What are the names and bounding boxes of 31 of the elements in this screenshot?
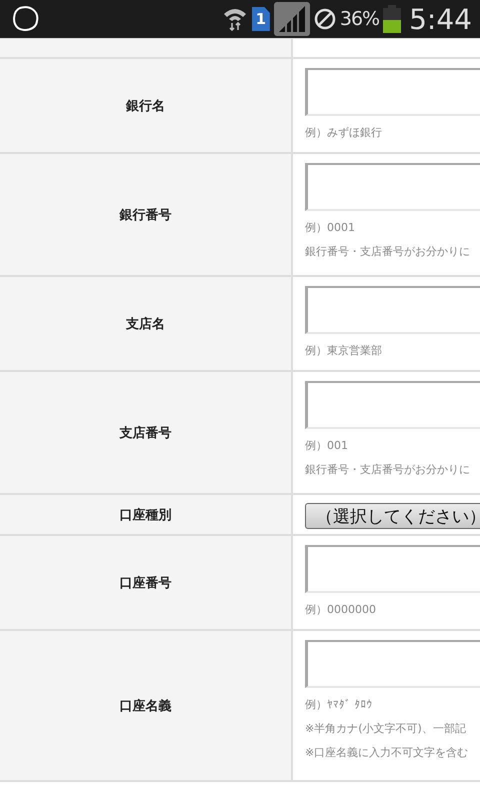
input-field[interactable] [305, 640, 480, 688]
battery-icon [383, 5, 402, 33]
clock: 5:44 [409, 2, 472, 36]
field-label: 支店名 [0, 277, 293, 372]
hint-text: 例）0000000 [305, 603, 377, 617]
input-field[interactable] [305, 545, 480, 593]
hint-text: 例）001 [305, 439, 349, 453]
account-type-dropdown[interactable]: （選択してください） [305, 503, 480, 529]
field-label: 支店番号 [0, 372, 293, 495]
field-label: 銀行番号 [0, 154, 293, 277]
input-field[interactable] [305, 68, 480, 116]
hint-text: ※口座名義に入力不可文字を含む [305, 746, 470, 760]
hint-text: 例）東京営業部 [305, 344, 383, 358]
hint-text: 例）ﾔﾏﾀﾞ ﾀﾛｳ [305, 698, 374, 712]
input-field[interactable] [305, 286, 480, 334]
hint-text: 例）みずほ銀行 [305, 126, 383, 140]
battery-percent: 36% [340, 8, 380, 30]
hint-text: 銀行番号・支店番号がお分かりに [305, 463, 471, 477]
hint-text: 銀行番号・支店番号がお分かりに [305, 245, 471, 259]
field-label: 口座名義 [0, 631, 293, 782]
field-label: 口座番号 [0, 536, 293, 631]
sim-card-icon: 1 [252, 7, 270, 31]
field-label: 銀行名 [0, 59, 293, 154]
hint-text: ※半角カナ(小文字不可)、一部記 [305, 722, 467, 736]
input-field[interactable] [305, 163, 480, 211]
app-icon [12, 5, 40, 33]
field-label: 口座種別 [0, 495, 293, 536]
no-sign-icon [314, 8, 336, 30]
wifi-icon [222, 6, 248, 32]
hint-text: 例）0001 [305, 221, 356, 235]
input-field[interactable] [305, 381, 480, 429]
